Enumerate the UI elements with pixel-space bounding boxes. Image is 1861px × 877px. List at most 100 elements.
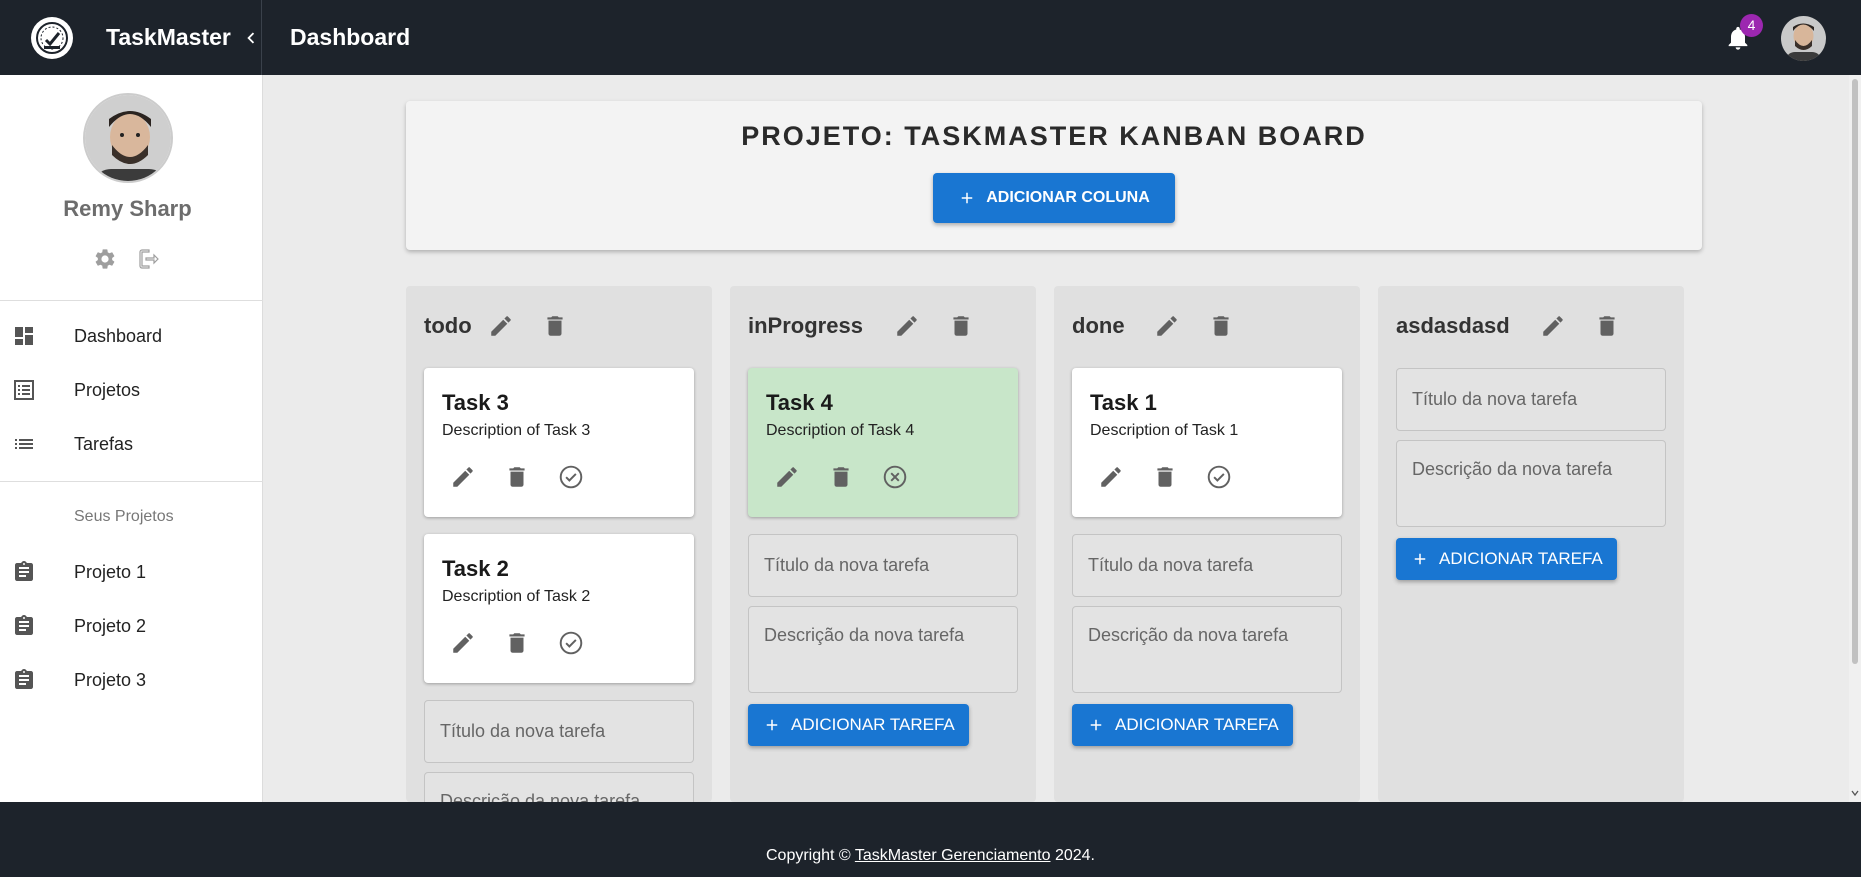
task-card: Task 1 Description of Task 1 [1072, 368, 1342, 517]
sidebar-item-label: Tarefas [74, 433, 134, 454]
column-title: asdasdasd [1396, 313, 1510, 338]
brand: TaskMaster [0, 0, 262, 75]
taskmaster-logo-icon [31, 17, 73, 59]
plus-icon [1087, 716, 1105, 734]
app-name: TaskMaster [106, 24, 231, 50]
new-task-description-input[interactable] [1396, 440, 1666, 527]
task-description: Description of Task 3 [442, 422, 591, 439]
scroll-down-arrow-icon[interactable] [1850, 788, 1860, 798]
list-alt-icon [12, 378, 36, 402]
assignment-icon [12, 668, 36, 692]
add-task-label: ADICIONAR TAREFA [1439, 549, 1603, 568]
profile-actions [93, 247, 161, 271]
kanban-column-todo: todo Task 3 Description of Task 3 Task 2… [406, 286, 712, 802]
plus-icon [1411, 550, 1429, 568]
sidebar-item-label: Dashboard [74, 325, 163, 346]
complete-task-check-circle-icon[interactable] [558, 630, 584, 656]
collapse-sidebar-chevron-left-icon[interactable] [240, 27, 262, 49]
task-title: Task 4 [766, 390, 833, 415]
delete-task-trash-icon[interactable] [828, 464, 854, 490]
sidebar-divider [0, 300, 263, 301]
task-card: Task 3 Description of Task 3 [424, 368, 694, 517]
add-task-button[interactable]: ADICIONAR TAREFA [1396, 538, 1617, 580]
complete-task-check-circle-icon[interactable] [1206, 464, 1232, 490]
footer: Copyright © TaskMaster Gerenciamento 202… [0, 802, 1861, 877]
task-card-completed: Task 4 Description of Task 4 [748, 368, 1018, 517]
edit-column-pencil-icon[interactable] [894, 313, 920, 339]
edit-task-pencil-icon[interactable] [450, 630, 476, 656]
complete-task-check-circle-icon[interactable] [558, 464, 584, 490]
sidebar-item-label: Projeto 1 [74, 561, 147, 582]
list-icon [12, 432, 36, 456]
profile-name: Remy Sharp [63, 196, 192, 221]
task-card: Task 2 Description of Task 2 [424, 534, 694, 683]
new-task-title-input[interactable] [748, 534, 1018, 597]
copyright-prefix: Copyright © [765, 847, 851, 864]
kanban-column-done: done Task 1 Description of Task 1 Título… [1054, 286, 1360, 802]
task-description: Description of Task 2 [442, 588, 591, 605]
assignment-icon [12, 614, 36, 638]
delete-column-trash-icon[interactable] [948, 313, 974, 339]
delete-column-trash-icon[interactable] [542, 313, 568, 339]
add-column-label: ADICIONAR COLUNA [986, 189, 1150, 206]
task-title: Task 3 [442, 390, 509, 415]
sidebar-item-projetos[interactable]: Projetos [0, 366, 262, 414]
copyright-year: 2024. [1054, 847, 1095, 864]
delete-column-trash-icon[interactable] [1208, 313, 1234, 339]
edit-task-pencil-icon[interactable] [450, 464, 476, 490]
page-title: Dashboard [290, 24, 411, 50]
add-column-button[interactable]: ADICIONAR COLUNA [933, 173, 1175, 223]
copyright-text: Copyright © TaskMaster Gerenciamento 202… [0, 847, 1861, 865]
sidebar-item-tarefas[interactable]: Tarefas [0, 420, 262, 468]
new-task-title-input[interactable] [1396, 368, 1666, 431]
add-task-button[interactable]: ADICIONAR TAREFA [748, 704, 969, 746]
dashboard-icon [12, 324, 36, 348]
notification-count-badge: 4 [1740, 14, 1763, 37]
add-task-label: ADICIONAR TAREFA [791, 715, 955, 734]
delete-task-trash-icon[interactable] [1152, 464, 1178, 490]
sidebar-item-projeto-3[interactable]: Projeto 3 [0, 656, 262, 704]
new-task-title-input[interactable] [424, 700, 694, 763]
sidebar-item-projeto-2[interactable]: Projeto 2 [0, 602, 262, 650]
column-title: todo [424, 313, 472, 338]
kanban-column-inprogress: inProgress Task 4 Description of Task 4 [730, 286, 1036, 802]
assignment-icon [12, 560, 36, 584]
footer-link-taskmaster[interactable]: TaskMaster Gerenciamento [855, 847, 1051, 864]
sidebar-item-label: Projetos [74, 379, 141, 400]
sidebar-item-projeto-1[interactable]: Projeto 1 [0, 548, 262, 596]
column-title: inProgress [748, 313, 863, 338]
task-title: Task 1 [1090, 390, 1157, 415]
new-task-description-input[interactable] [748, 606, 1018, 693]
edit-task-pencil-icon[interactable] [1098, 464, 1124, 490]
edit-column-pencil-icon[interactable] [1540, 313, 1566, 339]
uncomplete-task-cancel-icon[interactable] [882, 464, 908, 490]
project-title: PROJETO: TASKMASTER KANBAN BOARD [741, 121, 1367, 151]
plus-icon [763, 716, 781, 734]
edit-column-pencil-icon[interactable] [488, 313, 514, 339]
new-task-title-input[interactable] [1072, 534, 1342, 597]
scrollbar-thumb[interactable] [1852, 79, 1858, 664]
task-description: Description of Task 1 [1090, 422, 1239, 439]
main-scrollbar[interactable] [1849, 75, 1861, 802]
profile-avatar [83, 93, 173, 183]
new-task-description-input[interactable] [1072, 606, 1342, 693]
sidebar: Remy Sharp Dashboard Projetos Tarefas Se… [0, 75, 263, 802]
task-description: Description of Task 4 [766, 422, 915, 439]
column-title: done [1072, 313, 1125, 338]
sidebar-item-dashboard[interactable]: Dashboard [0, 312, 262, 360]
add-task-button[interactable]: ADICIONAR TAREFA [1072, 704, 1293, 746]
task-title: Task 2 [442, 556, 509, 581]
delete-task-trash-icon[interactable] [504, 464, 530, 490]
section-label-projects: Seus Projetos [74, 508, 174, 525]
kanban-column-asdasdasd: asdasdasd ADICIONAR TAREFA [1378, 286, 1684, 802]
user-avatar[interactable] [1781, 16, 1826, 61]
edit-task-pencil-icon[interactable] [774, 464, 800, 490]
delete-column-trash-icon[interactable] [1594, 313, 1620, 339]
edit-column-pencil-icon[interactable] [1154, 313, 1180, 339]
delete-task-trash-icon[interactable] [504, 630, 530, 656]
logout-icon[interactable] [137, 247, 161, 271]
sidebar-item-label: Projeto 3 [74, 669, 147, 690]
new-task-description-input[interactable] [424, 772, 694, 802]
project-header: PROJETO: TASKMASTER KANBAN BOARD ADICION… [406, 101, 1702, 250]
settings-gear-icon[interactable] [93, 247, 117, 271]
